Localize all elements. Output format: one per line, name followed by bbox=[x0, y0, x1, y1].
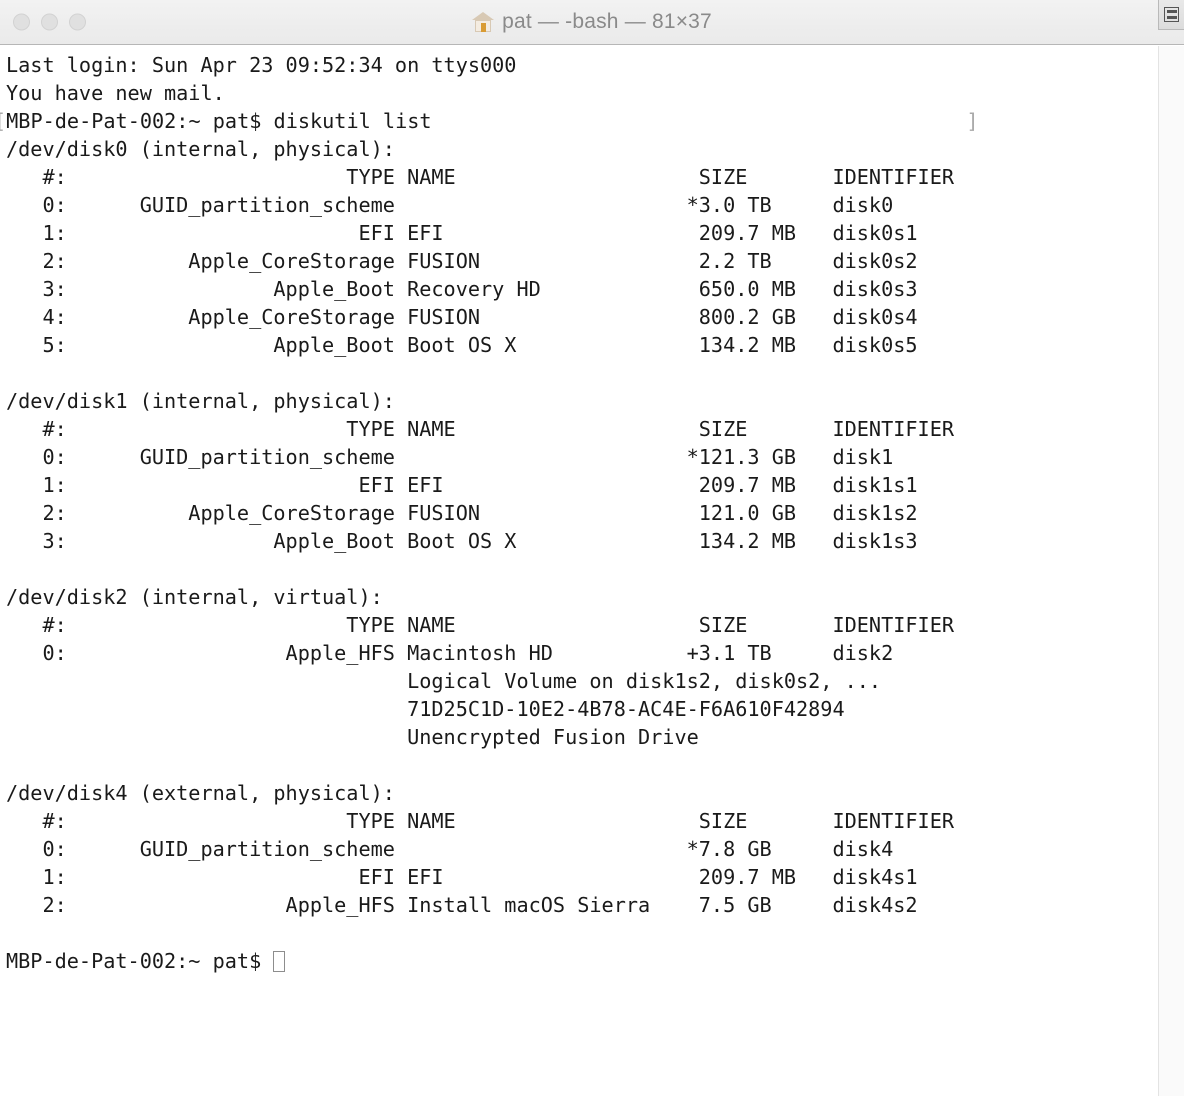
terminal-content-area[interactable]: Last login: Sun Apr 23 09:52:34 on ttys0… bbox=[0, 46, 1184, 1096]
terminal-line: 0: GUID_partition_scheme *121.3 GB disk1 bbox=[6, 445, 894, 469]
terminal-prompt: MBP-de-Pat-002:~ pat$ bbox=[6, 949, 274, 973]
window-title-group: pat — -bash — 81×37 bbox=[472, 10, 712, 34]
terminal-line: #: TYPE NAME SIZE IDENTIFIER bbox=[6, 165, 955, 189]
terminal-line: 5: Apple_Boot Boot OS X 134.2 MB disk0s5 bbox=[6, 333, 918, 357]
terminal-line: 71D25C1D-10E2-4B78-AC4E-F6A610F42894 bbox=[6, 697, 845, 721]
window-title: pat — -bash — 81×37 bbox=[502, 10, 712, 33]
terminal-line: #: TYPE NAME SIZE IDENTIFIER bbox=[6, 613, 955, 637]
terminal-line: Last login: Sun Apr 23 09:52:34 on ttys0… bbox=[6, 53, 517, 77]
terminal-line: Unencrypted Fusion Drive bbox=[6, 725, 699, 749]
terminal-line: #: TYPE NAME SIZE IDENTIFIER bbox=[6, 809, 955, 833]
terminal-line: 0: GUID_partition_scheme *7.8 GB disk4 bbox=[6, 837, 894, 861]
line-padding bbox=[432, 109, 967, 133]
terminal-line: MBP-de-Pat-002:~ pat$ bbox=[6, 947, 978, 975]
terminal-line: 2: Apple_CoreStorage FUSION 121.0 GB dis… bbox=[6, 501, 918, 525]
terminal-scrollbar[interactable] bbox=[1158, 46, 1184, 1096]
terminal-line: /dev/disk2 (internal, virtual): bbox=[6, 585, 383, 609]
zoom-button[interactable] bbox=[69, 13, 86, 31]
terminal-line: 4: Apple_CoreStorage FUSION 800.2 GB dis… bbox=[6, 305, 918, 329]
terminal-line: 2: Apple_CoreStorage FUSION 2.2 TB disk0… bbox=[6, 249, 918, 273]
terminal-screen: Last login: Sun Apr 23 09:52:34 on ttys0… bbox=[0, 51, 978, 975]
terminal-line: /dev/disk4 (external, physical): bbox=[6, 781, 395, 805]
window-controls bbox=[13, 13, 86, 31]
terminal-line: 0: GUID_partition_scheme *3.0 TB disk0 bbox=[6, 193, 894, 217]
terminal-line: You have new mail. bbox=[6, 81, 225, 105]
terminal-line: [MBP-de-Pat-002:~ pat$ diskutil list ] bbox=[0, 107, 978, 135]
terminal-line: 2: Apple_HFS Install macOS Sierra 7.5 GB… bbox=[6, 893, 918, 917]
terminal-line: #: TYPE NAME SIZE IDENTIFIER bbox=[6, 417, 955, 441]
terminal-line: 0: Apple_HFS Macintosh HD +3.1 TB disk2 bbox=[6, 641, 894, 665]
terminal-line: 1: EFI EFI 209.7 MB disk4s1 bbox=[6, 865, 918, 889]
split-pane-button[interactable] bbox=[1158, 0, 1184, 30]
close-button[interactable] bbox=[13, 13, 30, 31]
minimize-button[interactable] bbox=[41, 13, 58, 31]
terminal-line: 3: Apple_Boot Boot OS X 134.2 MB disk1s3 bbox=[6, 529, 918, 553]
terminal-line: 3: Apple_Boot Recovery HD 650.0 MB disk0… bbox=[6, 277, 918, 301]
split-pane-icon bbox=[1164, 7, 1179, 22]
terminal-cursor bbox=[273, 951, 286, 972]
terminal-line: Logical Volume on disk1s2, disk0s2, ... bbox=[6, 669, 882, 693]
terminal-line: /dev/disk1 (internal, physical): bbox=[6, 389, 395, 413]
home-icon bbox=[472, 11, 495, 33]
bracket-close-marker: ] bbox=[966, 109, 979, 133]
terminal-line: 1: EFI EFI 209.7 MB disk1s1 bbox=[6, 473, 918, 497]
terminal-line: /dev/disk0 (internal, physical): bbox=[6, 137, 395, 161]
terminal-line: 1: EFI EFI 209.7 MB disk0s1 bbox=[6, 221, 918, 245]
terminal-window: pat — -bash — 81×37 Last login: Sun Apr … bbox=[0, 0, 1184, 1096]
window-titlebar[interactable]: pat — -bash — 81×37 bbox=[0, 0, 1184, 45]
terminal-command-line: MBP-de-Pat-002:~ pat$ diskutil list bbox=[6, 109, 432, 133]
